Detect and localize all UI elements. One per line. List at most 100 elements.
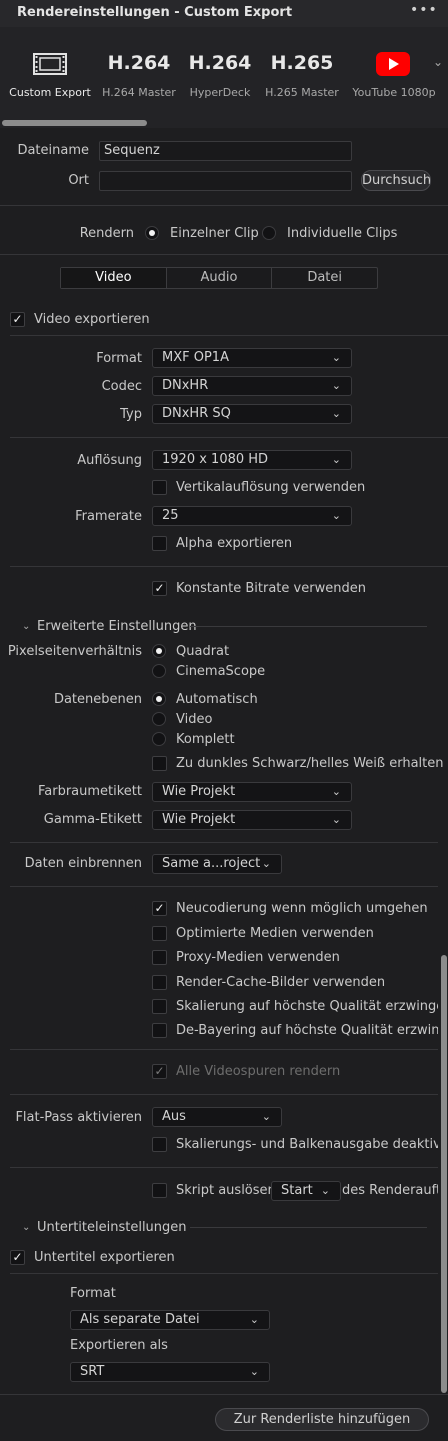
- collapse-chevron-icon[interactable]: ⌄: [22, 1222, 30, 1233]
- chevron-down-icon: ⌄: [249, 1365, 259, 1378]
- section-rule: [190, 1227, 427, 1228]
- chevron-down-icon: ⌄: [331, 351, 341, 364]
- tab-file[interactable]: Datei: [271, 268, 377, 288]
- resolution-value: 1920 x 1080 HD: [162, 452, 269, 467]
- format-dropdown[interactable]: MXF OP1A ⌄: [152, 348, 352, 368]
- advanced-settings-title[interactable]: Erweiterte Einstellungen: [37, 619, 197, 634]
- gamma-tag-dropdown[interactable]: Wie Projekt ⌄: [152, 810, 352, 830]
- preset-youtube-1080p[interactable]: YouTube 1080p: [350, 48, 440, 118]
- vertical-res-checkbox[interactable]: [152, 480, 167, 495]
- const-bitrate-checkbox[interactable]: ✓: [152, 581, 167, 596]
- preset-custom-export[interactable]: Custom Export: [0, 48, 100, 118]
- divider: [10, 1273, 438, 1274]
- chevron-down-icon: ⌄: [331, 379, 341, 392]
- divider: [0, 1394, 448, 1395]
- add-to-render-queue-button[interactable]: Zur Renderliste hinzufügen: [215, 1408, 429, 1431]
- codec-label: Codec: [101, 379, 142, 394]
- flat-pass-dropdown[interactable]: Aus ⌄: [152, 1107, 282, 1127]
- tab-audio[interactable]: Audio: [165, 268, 272, 288]
- chevron-down-icon: ⌄: [261, 1110, 271, 1123]
- bypass-reencode-checkbox[interactable]: ✓: [152, 901, 167, 916]
- par-cinemascope-radio[interactable]: [152, 664, 166, 678]
- proxy-media-checkbox[interactable]: [152, 950, 167, 965]
- disable-scaling-label: Skalierungs- und Balkenausgabe deaktivie…: [176, 1137, 438, 1152]
- par-square-radio[interactable]: [152, 644, 166, 658]
- settings-tabs: Video Audio Datei: [60, 267, 378, 289]
- tab-video[interactable]: Video: [61, 268, 166, 288]
- chevron-down-icon: ⌄: [331, 453, 341, 466]
- subtitle-settings-title[interactable]: Untertiteleinstellungen: [37, 1220, 187, 1235]
- render-label: Rendern: [79, 226, 134, 241]
- alpha-checkbox[interactable]: [152, 536, 167, 551]
- divider: [10, 437, 448, 438]
- codec-value: DNxHR: [162, 378, 209, 393]
- subtitle-export-label: Untertitel exportieren: [34, 1250, 175, 1265]
- max-quality-checkbox[interactable]: [152, 999, 167, 1014]
- resolution-label: Auflösung: [77, 453, 142, 468]
- bypass-reencode-label: Neucodierung wenn möglich umgehen: [176, 901, 428, 916]
- vertical-scrollbar[interactable]: [441, 955, 447, 1393]
- script-trigger-value: Start: [281, 1183, 313, 1198]
- script-trigger-checkbox[interactable]: [152, 1183, 167, 1198]
- alpha-label: Alpha exportieren: [176, 536, 293, 551]
- preset-h265-master[interactable]: H.265 H.265 Master: [252, 48, 352, 118]
- pixel-aspect-label: Pixelseitenverhältnis: [7, 644, 142, 659]
- divider: [10, 566, 448, 567]
- chevron-down-icon: ⌄: [331, 813, 341, 826]
- filename-input[interactable]: Sequenz: [99, 141, 352, 161]
- proxy-media-label: Proxy-Medien verwenden: [176, 950, 340, 965]
- divider: [10, 842, 438, 843]
- framerate-value: 25: [162, 508, 179, 523]
- levels-auto-radio[interactable]: [152, 692, 166, 706]
- debayer-label: De-Bayering auf höchste Qualität erzwing…: [176, 1023, 438, 1038]
- divider: [0, 205, 448, 206]
- chevron-down-icon: ⌄: [320, 1184, 330, 1197]
- colorspace-tag-dropdown[interactable]: Wie Projekt ⌄: [152, 782, 352, 802]
- vertical-res-label: Vertikalauflösung verwenden: [176, 480, 366, 495]
- script-trigger-dropdown[interactable]: Start ⌄: [271, 1181, 341, 1201]
- levels-video-radio[interactable]: [152, 712, 166, 726]
- collapse-chevron-icon[interactable]: ⌄: [22, 621, 30, 632]
- export-as-value: SRT: [80, 1364, 105, 1379]
- gamma-tag-value: Wie Projekt: [162, 812, 236, 827]
- chevron-down-icon: ⌄: [261, 857, 271, 870]
- type-dropdown[interactable]: DNxHR SQ ⌄: [152, 404, 352, 424]
- export-as-label: Exportieren als: [70, 1338, 168, 1353]
- levels-full-label: Komplett: [176, 732, 235, 747]
- subtitle-format-dropdown[interactable]: Als separate Datei ⌄: [70, 1310, 270, 1330]
- codec-dropdown[interactable]: DNxHR ⌄: [152, 376, 352, 396]
- preset-scrollbar[interactable]: [2, 120, 147, 126]
- resolution-dropdown[interactable]: 1920 x 1080 HD ⌄: [152, 450, 352, 470]
- const-bitrate-label: Konstante Bitrate verwenden: [176, 581, 366, 596]
- framerate-dropdown[interactable]: 25 ⌄: [152, 506, 352, 526]
- divider: [10, 1167, 438, 1168]
- subtitle-format-value: Als separate Datei: [80, 1312, 200, 1327]
- render-individual-radio[interactable]: [262, 226, 276, 240]
- browse-button[interactable]: Durchsuchen: [361, 170, 431, 191]
- render-cache-label: Render-Cache-Bilder verwenden: [176, 975, 386, 990]
- export-as-dropdown[interactable]: SRT ⌄: [70, 1362, 270, 1382]
- video-export-checkbox[interactable]: ✓: [10, 312, 25, 327]
- preset-label: H.265 Master: [265, 86, 339, 99]
- render-cache-checkbox[interactable]: [152, 975, 167, 990]
- debayer-checkbox[interactable]: [152, 1023, 167, 1038]
- all-tracks-label: Alle Videospuren rendern: [176, 1064, 341, 1079]
- script-trigger-suffix: des Renderauftrags: [342, 1183, 438, 1198]
- retain-superblack-checkbox[interactable]: [152, 756, 167, 771]
- location-input[interactable]: [99, 171, 352, 191]
- optimized-media-checkbox[interactable]: [152, 926, 167, 941]
- levels-video-label: Video: [176, 712, 213, 727]
- burn-in-label: Daten einbrennen: [24, 856, 142, 871]
- scroll-right-icon[interactable]: ⌄: [433, 55, 443, 69]
- levels-full-radio[interactable]: [152, 732, 166, 746]
- divider: [10, 335, 448, 336]
- subtitle-export-checkbox[interactable]: ✓: [10, 1250, 25, 1265]
- location-label: Ort: [68, 173, 89, 188]
- burn-in-dropdown[interactable]: Same a...roject ⌄: [152, 854, 282, 874]
- disable-scaling-checkbox[interactable]: [152, 1137, 167, 1152]
- render-single-radio[interactable]: [145, 226, 159, 240]
- chevron-down-icon: ⌄: [249, 1313, 259, 1326]
- more-options-icon[interactable]: •••: [410, 2, 438, 18]
- chevron-down-icon: ⌄: [331, 407, 341, 420]
- levels-auto-label: Automatisch: [176, 692, 258, 707]
